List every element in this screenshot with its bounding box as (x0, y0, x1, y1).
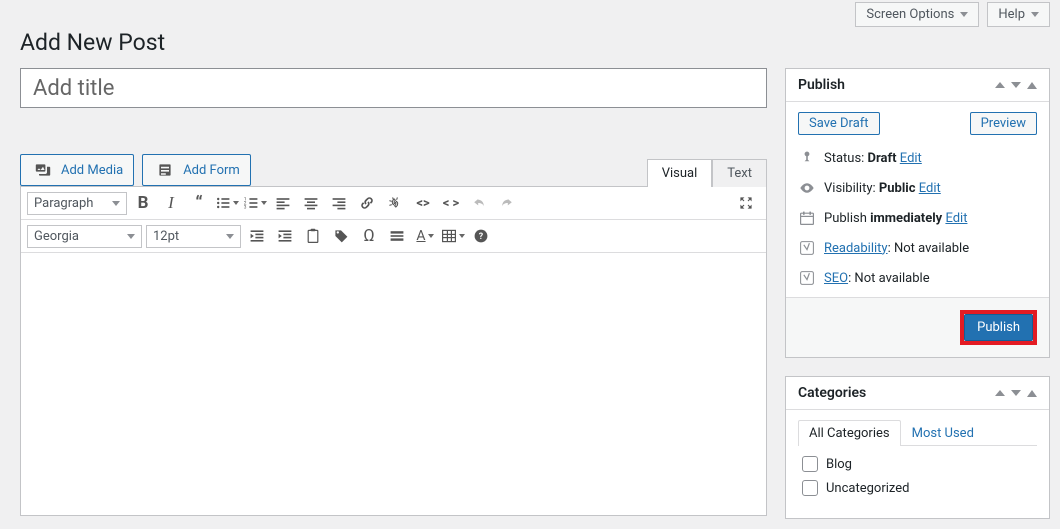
block-format-select[interactable]: Paragraph (27, 192, 127, 215)
paste-icon[interactable] (301, 224, 325, 248)
editor-container: Paragraph B I “ 123 <> < > Georgia 12pt (20, 186, 767, 516)
edit-date-link[interactable]: Edit (945, 211, 967, 226)
content-editor[interactable] (21, 253, 766, 515)
help-label: Help (998, 7, 1025, 22)
outdent-icon[interactable] (245, 224, 269, 248)
align-center-icon[interactable] (299, 191, 323, 215)
tab-visual[interactable]: Visual (647, 159, 713, 187)
tag-icon[interactable] (329, 224, 353, 248)
preview-button[interactable]: Preview (970, 112, 1037, 135)
yoast-icon (798, 269, 816, 287)
fullscreen-icon[interactable] (734, 191, 758, 215)
panel-move-up-icon[interactable] (995, 390, 1005, 396)
pin-icon (798, 149, 816, 167)
add-media-label: Add Media (61, 163, 123, 178)
screen-options-button[interactable]: Screen Options (855, 2, 979, 27)
svg-text:3: 3 (244, 205, 247, 211)
font-size-select[interactable]: 12pt (146, 225, 241, 248)
panel-move-down-icon[interactable] (1011, 390, 1021, 396)
category-item[interactable]: Uncategorized (802, 480, 1033, 496)
visibility-row: Visibility: Public Edit (824, 181, 941, 196)
help-button[interactable]: Help (987, 2, 1050, 27)
tab-text[interactable]: Text (712, 159, 767, 187)
yoast-icon (798, 239, 816, 257)
align-right-icon[interactable] (327, 191, 351, 215)
bullet-list-icon[interactable] (215, 191, 239, 215)
categories-panel: Categories All Categories Most Used Blog (785, 376, 1050, 519)
chevron-down-icon (226, 234, 234, 239)
readability-row: Readability: Not available (824, 241, 969, 256)
omega-icon[interactable]: Ω (357, 224, 381, 248)
save-draft-button[interactable]: Save Draft (798, 112, 880, 135)
hr-icon[interactable] (385, 224, 409, 248)
redo-icon[interactable] (495, 191, 519, 215)
bold-icon[interactable]: B (131, 191, 155, 215)
chevron-down-icon (960, 12, 968, 17)
checkbox-icon[interactable] (802, 480, 818, 496)
publish-panel: Publish Save Draft Preview Status: Draft… (785, 68, 1050, 358)
edit-visibility-link[interactable]: Edit (919, 181, 941, 196)
tab-most-used[interactable]: Most Used (901, 420, 985, 446)
code-icon[interactable]: <> (411, 191, 435, 215)
numbered-list-icon[interactable]: 123 (243, 191, 267, 215)
publish-highlight: Publish (960, 310, 1037, 345)
readability-link[interactable]: Readability (824, 241, 888, 256)
screen-options-label: Screen Options (866, 7, 954, 22)
add-form-label: Add Form (183, 163, 240, 178)
chevron-down-icon (112, 201, 120, 206)
calendar-icon (798, 209, 816, 227)
category-label: Uncategorized (826, 481, 909, 496)
panel-move-up-icon[interactable] (995, 82, 1005, 88)
code-icon-2[interactable]: < > (439, 191, 463, 215)
tab-all-categories[interactable]: All Categories (798, 420, 901, 446)
add-media-button[interactable]: Add Media (20, 154, 134, 186)
align-left-icon[interactable] (271, 191, 295, 215)
publish-heading: Publish (798, 77, 845, 93)
panel-collapse-icon[interactable] (1027, 82, 1037, 89)
form-icon (153, 158, 177, 182)
indent-icon[interactable] (273, 224, 297, 248)
page-title: Add New Post (0, 27, 1060, 68)
seo-row: SEO: Not available (824, 271, 930, 286)
help-icon[interactable]: ? (469, 224, 493, 248)
categories-heading: Categories (798, 385, 866, 401)
text-color-icon[interactable]: A (413, 224, 437, 248)
chevron-down-icon (127, 234, 135, 239)
checkbox-icon[interactable] (802, 456, 818, 472)
add-form-button[interactable]: Add Form (142, 154, 251, 186)
editor-mode-tabs: Visual Text (647, 159, 767, 187)
category-item[interactable]: Blog (802, 456, 1033, 472)
media-icon (31, 158, 55, 182)
blockquote-icon[interactable]: “ (187, 191, 211, 215)
toolbar-row-2: Georgia 12pt Ω A ? (21, 220, 766, 253)
font-family-select[interactable]: Georgia (27, 225, 142, 248)
edit-status-link[interactable]: Edit (900, 151, 922, 166)
seo-link[interactable]: SEO (824, 271, 848, 286)
status-row: Status: Draft Edit (824, 151, 922, 166)
undo-icon[interactable] (467, 191, 491, 215)
category-label: Blog (826, 457, 852, 472)
eye-icon (798, 179, 816, 197)
post-title-input[interactable] (20, 68, 767, 108)
toolbar-row-1: Paragraph B I “ 123 <> < > (21, 187, 766, 220)
unlink-icon[interactable] (383, 191, 407, 215)
italic-icon[interactable]: I (159, 191, 183, 215)
link-icon[interactable] (355, 191, 379, 215)
table-icon[interactable] (441, 224, 465, 248)
publish-button[interactable]: Publish (964, 314, 1033, 341)
publish-date-row: Publish immediately Edit (824, 211, 967, 226)
chevron-down-icon (1031, 12, 1039, 17)
panel-collapse-icon[interactable] (1027, 390, 1037, 397)
panel-move-down-icon[interactable] (1011, 82, 1021, 88)
svg-text:?: ? (479, 232, 484, 242)
